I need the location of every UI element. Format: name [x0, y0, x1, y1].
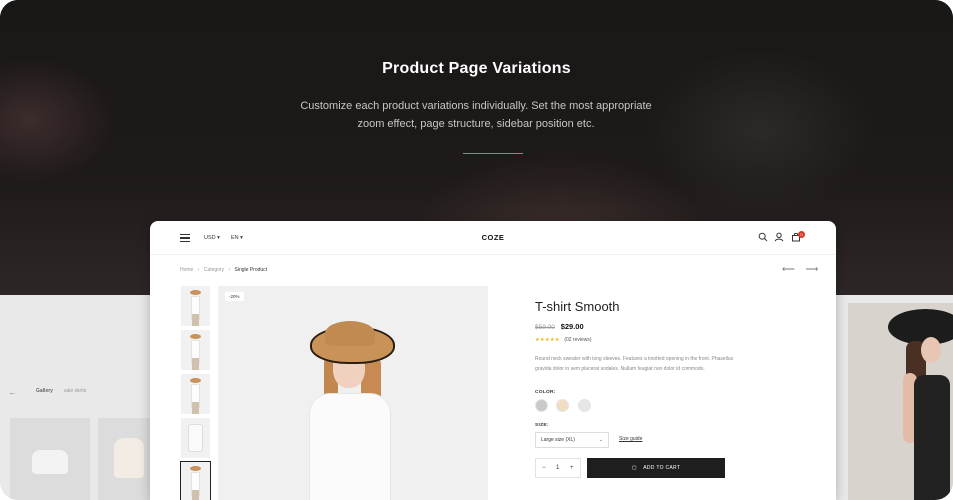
size-select-value: Large size (XL)	[541, 437, 575, 443]
hero-subtitle: Customize each product variations indivi…	[276, 97, 676, 133]
model-hat	[888, 309, 953, 345]
shopping-bag-icon: ▢	[631, 465, 637, 471]
product-thumbnails	[180, 286, 211, 500]
color-swatch[interactable]	[577, 399, 591, 412]
hero-subtitle-line-1: Customize each product variations indivi…	[300, 100, 652, 112]
model-hat-crown	[325, 321, 375, 346]
background-model-photo	[848, 303, 953, 500]
hero-title: Product Page Variations	[382, 60, 571, 77]
sale-badge: -20%	[225, 292, 244, 301]
product-thumbnail-active[interactable]	[180, 461, 211, 500]
review-count[interactable]: (02 reviews)	[564, 337, 591, 343]
product-details: T-shirt Smooth $59.00 $29.00 ★★★★★ (02 r…	[535, 299, 755, 478]
product-prices: $59.00 $29.00	[535, 322, 755, 331]
color-swatch[interactable]	[535, 399, 548, 412]
chevron-down-icon: ⌄	[598, 437, 603, 443]
hero-section: Product Page Variations Customize each p…	[0, 0, 953, 500]
product-description: Round neck sweater with long sleeves. Fe…	[535, 356, 734, 372]
plus-icon[interactable]: +	[570, 459, 574, 477]
search-icon[interactable]	[758, 232, 768, 242]
star-rating-icon: ★★★★★	[535, 337, 560, 343]
size-row: Large size (XL) ⌄ Size guide	[535, 432, 755, 448]
product-page-preview: USD ▾ EN ▾ COZE 0 Home › Category › Sing…	[150, 221, 836, 500]
color-label: COLOR:	[535, 390, 556, 395]
product-thumbnail[interactable]	[181, 330, 210, 370]
size-select[interactable]: Large size (XL) ⌄	[535, 432, 609, 448]
background-filter-label: Gallery	[36, 388, 53, 394]
next-product-arrow-icon[interactable]: ⟶	[805, 264, 818, 274]
old-price: $59.00	[535, 324, 555, 331]
breadcrumb-current: Single Product	[234, 267, 268, 273]
background-filter-secondary: sale skirts	[64, 388, 87, 394]
quantity-stepper[interactable]: − 1 +	[535, 458, 581, 478]
store-logo[interactable]: COZE	[150, 233, 836, 242]
cart-count-badge: 0	[798, 231, 805, 238]
background-product-thumb	[10, 418, 90, 500]
hero-subtitle-line-2: zoom effect, page structure, sidebar pos…	[357, 118, 595, 130]
breadcrumb-home[interactable]: Home	[180, 267, 193, 273]
sweater-image	[114, 438, 144, 478]
minus-icon[interactable]: −	[542, 459, 546, 477]
size-label: SIZE:	[535, 423, 549, 428]
product-thumbnail[interactable]	[181, 418, 210, 458]
size-guide-link[interactable]: Size guide	[619, 436, 642, 442]
color-swatches	[535, 399, 755, 413]
color-swatch[interactable]	[556, 399, 570, 412]
model-shirt	[310, 394, 390, 500]
back-arrow-icon: ←	[8, 387, 17, 397]
breadcrumb: Home › Category › Single Product	[180, 267, 267, 273]
store-header: USD ▾ EN ▾ COZE 0	[150, 221, 836, 255]
hero-divider	[463, 153, 523, 154]
product-thumbnail[interactable]	[181, 286, 210, 326]
breadcrumb-separator: ›	[197, 267, 200, 273]
add-to-cart-label: ADD TO CART	[643, 465, 681, 471]
background-product-thumb	[98, 418, 150, 500]
quantity-value[interactable]: 1	[556, 459, 559, 477]
purchase-row: − 1 + ▢ ADD TO CART	[535, 458, 755, 478]
current-price: $29.00	[560, 322, 584, 331]
breadcrumb-separator: ›	[228, 267, 231, 273]
product-thumbnail[interactable]	[181, 374, 210, 414]
model-dress	[914, 375, 950, 500]
shirt-image	[32, 450, 68, 474]
product-title: T-shirt Smooth	[535, 299, 620, 314]
product-main-image[interactable]: -20%	[218, 286, 488, 500]
breadcrumb-category[interactable]: Category	[204, 267, 224, 273]
model-face	[921, 337, 941, 363]
product-navigation: ⟵ ⟶	[774, 264, 818, 275]
add-to-cart-button[interactable]: ▢ ADD TO CART	[587, 458, 725, 478]
user-icon[interactable]	[774, 232, 784, 242]
background-shop-preview: ← Gallery sale skirts	[0, 380, 150, 500]
product-rating: ★★★★★ (02 reviews)	[535, 337, 755, 343]
prev-product-arrow-icon[interactable]: ⟵	[782, 264, 795, 274]
